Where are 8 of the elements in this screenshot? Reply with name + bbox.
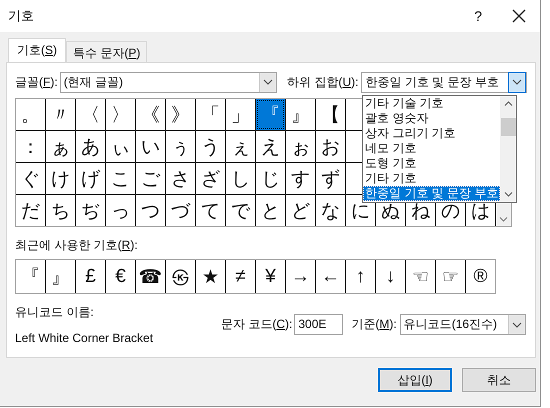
base-label: 기준(M): — [351, 316, 397, 333]
unicode-name-label: 유니코드 이름: — [15, 304, 95, 321]
recent-label: 최근에 사용한 기호(R): — [15, 237, 139, 254]
char-code-label: 문자 코드(C): — [221, 316, 292, 333]
unicode-name: Left White Corner Bracket — [15, 331, 154, 345]
font-label: 글꼴(F): — [15, 74, 58, 90]
subset-label: 하위 집합(U): — [287, 74, 358, 90]
window-title: 기호 — [8, 7, 35, 25]
